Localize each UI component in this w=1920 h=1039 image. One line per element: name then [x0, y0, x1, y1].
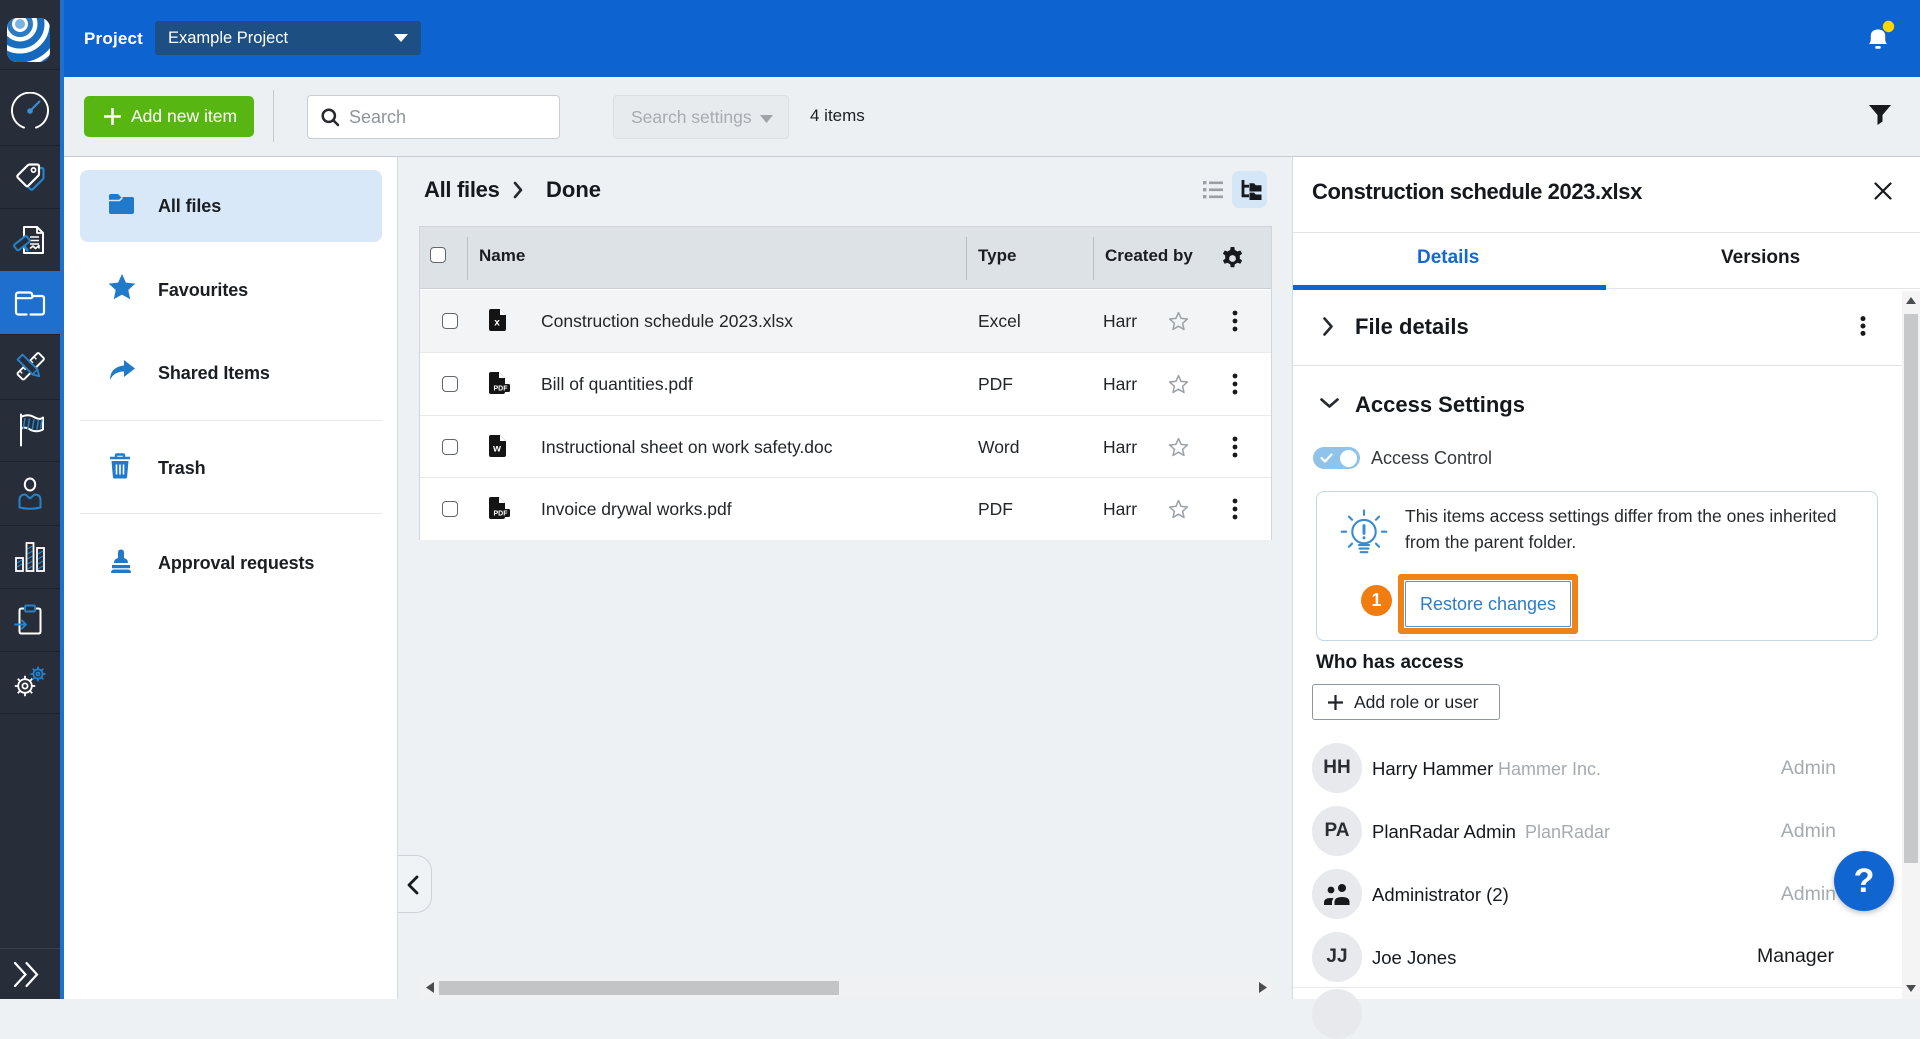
svg-text:PDF: PDF — [494, 511, 509, 518]
svg-text:x: x — [494, 318, 500, 329]
svg-text:w: w — [492, 444, 501, 455]
svg-text:PDF: PDF — [494, 386, 509, 393]
